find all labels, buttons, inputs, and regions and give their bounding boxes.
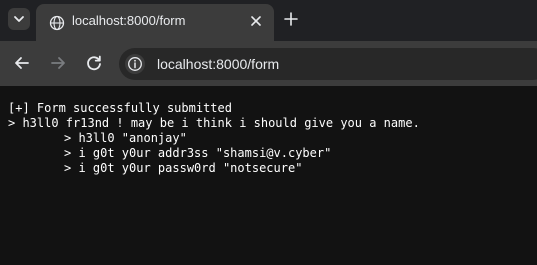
- tab-search-button[interactable]: [8, 8, 30, 30]
- greeting-line: > h3ll0 fr13nd ! may be i think i should…: [8, 116, 420, 130]
- form-output: [+] Form successfully submitted > h3ll0 f…: [8, 101, 420, 176]
- active-tab[interactable]: localhost:8000/form: [36, 4, 274, 41]
- plus-icon[interactable]: [283, 11, 299, 27]
- name-line: > h3ll0 "anonjay": [64, 131, 187, 145]
- page-content: [+] Form successfully submitted > h3ll0 f…: [0, 86, 537, 265]
- url-text[interactable]: localhost:8000/form: [157, 56, 279, 72]
- site-info-button[interactable]: [125, 54, 145, 74]
- globe-icon: [49, 15, 65, 31]
- forward-arrow-icon[interactable]: [49, 54, 67, 72]
- browser-toolbar: localhost:8000/form: [0, 41, 537, 86]
- tab-strip: localhost:8000/form: [0, 0, 537, 41]
- info-icon: [128, 57, 142, 71]
- tab-title: localhost:8000/form: [72, 13, 186, 28]
- back-arrow-icon[interactable]: [13, 54, 31, 72]
- success-message: [+] Form successfully submitted: [8, 101, 232, 115]
- close-icon[interactable]: [248, 13, 264, 29]
- email-line: > i g0t y0ur addr3ss "shamsi@v.cyber": [64, 146, 332, 160]
- password-line: > i g0t y0ur passw0rd "notsecure": [64, 161, 303, 175]
- chevron-down-icon: [14, 16, 24, 22]
- address-bar[interactable]: localhost:8000/form: [119, 48, 537, 80]
- reload-icon[interactable]: [85, 54, 103, 72]
